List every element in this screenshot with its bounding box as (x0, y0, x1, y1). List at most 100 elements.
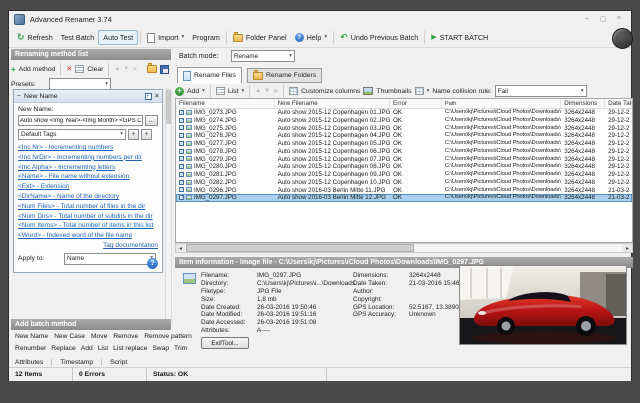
tag-link[interactable]: <Ext> - Extension (18, 182, 158, 192)
move-down-icon[interactable]: ▼ (123, 66, 129, 72)
method-link[interactable]: Replace (51, 345, 76, 352)
tag-documentation-link[interactable]: Tag documentation (18, 242, 158, 249)
method-link[interactable]: List replace (113, 345, 147, 352)
customize-columns-button[interactable]: Customize columns (301, 88, 360, 95)
add-files-button[interactable]: Add (187, 88, 199, 95)
scroll-left-icon[interactable]: ◂ (176, 244, 185, 252)
tab-rename-folders[interactable]: Rename Folders (247, 68, 322, 83)
clear-button[interactable]: Clear (87, 66, 103, 73)
insert-tag-button[interactable]: + (128, 129, 139, 140)
method-link[interactable]: Script (101, 359, 135, 366)
tag-link[interactable]: <Word> - Indexed word of the file name (18, 231, 158, 241)
browse-button[interactable]: … (145, 115, 158, 126)
method-enabled-checkbox[interactable]: ✓ (145, 93, 152, 100)
row-checkbox[interactable]: ✓ (179, 110, 184, 115)
collision-rule-select[interactable]: Fail ▾ (495, 85, 587, 97)
table-row[interactable]: ✓IMG_0274.JPGAuto show 2015-12 Copenhage… (176, 117, 632, 125)
column-header[interactable]: Error (390, 99, 442, 108)
column-header[interactable]: Dimensions (561, 99, 605, 108)
table-row[interactable]: ✓IMG_0280.JPGAuto show 2015-12 Copenhage… (176, 163, 632, 171)
scroll-right-icon[interactable]: ▸ (623, 244, 632, 252)
tag-link[interactable]: <Name> - File name without extension (18, 172, 158, 182)
row-checkbox[interactable]: ✓ (179, 141, 184, 146)
save-preset-icon[interactable] (160, 65, 169, 74)
horizontal-scrollbar[interactable]: ◂ ▸ (175, 243, 633, 253)
close-button[interactable]: × (611, 12, 627, 25)
row-checkbox[interactable]: ✓ (179, 164, 184, 169)
exiftool-button[interactable]: ExifTool... (201, 337, 249, 349)
load-preset-icon[interactable] (147, 65, 157, 73)
column-header[interactable]: Date Tak (605, 99, 632, 108)
method-link[interactable]: New Name (15, 333, 48, 340)
program-button[interactable]: Program (188, 31, 224, 44)
row-checkbox[interactable]: ✓ (179, 172, 184, 177)
column-header[interactable]: Path (442, 99, 561, 108)
row-checkbox[interactable]: ✓ (179, 156, 184, 161)
method-box-header[interactable]: − New Name ✓ × (14, 90, 162, 103)
move-down-icon[interactable]: ▼ (264, 88, 270, 94)
table-row[interactable]: ✓IMG_0277.JPGAuto show 2015-12 Copenhage… (176, 140, 632, 148)
table-row[interactable]: ✓IMG_0275.JPGAuto show 2015-12 Copenhage… (176, 125, 632, 133)
remove-item-icon[interactable]: ✕ (273, 88, 278, 95)
tag-link[interactable]: <Num Files> - Total number of files in t… (18, 202, 158, 212)
row-checkbox[interactable]: ✓ (179, 125, 184, 130)
minimize-button[interactable]: – (579, 12, 595, 25)
undo-previous-batch-button[interactable]: ↶ Undo Previous Batch (336, 31, 422, 44)
method-link[interactable]: Remove pattern (144, 333, 192, 340)
method-link[interactable]: Remove (113, 333, 138, 340)
method-link[interactable]: List (98, 345, 108, 352)
remove-method-icon[interactable]: ✕ (66, 65, 72, 73)
collapse-icon[interactable]: − (17, 93, 21, 100)
table-row[interactable]: ✓IMG_0276.JPGAuto show 2015-12 Copenhage… (176, 132, 632, 140)
list-button[interactable]: List (228, 88, 239, 95)
table-row[interactable]: ✓IMG_0297.JPGAuto show 2016-03 Berlin Mi… (176, 194, 632, 202)
table-row[interactable]: ✓IMG_0273.JPGAuto show 2015-12 Copenhage… (176, 109, 632, 117)
tag-options-button[interactable]: + (141, 129, 152, 140)
title-bar[interactable]: Advanced Renamer 3.74 (9, 11, 631, 28)
apply-to-select[interactable]: Name ▾ (64, 253, 156, 265)
table-row[interactable]: ✓IMG_0279.JPGAuto show 2015-12 Copenhage… (176, 156, 632, 164)
method-link[interactable]: Swap (152, 345, 169, 352)
table-row[interactable]: ✓IMG_0281.JPGAuto show 2015-12 Copenhage… (176, 171, 632, 179)
import-button[interactable]: Import ▾ (143, 31, 188, 45)
refresh-button[interactable]: ↻ Refresh (13, 31, 57, 44)
tag-link[interactable]: <Inc Nr> - Incrementing numbers (18, 143, 158, 153)
thumbnails-button[interactable]: Thumbnails (376, 88, 411, 95)
batch-mode-select[interactable]: Rename ▾ (231, 50, 295, 62)
start-batch-button[interactable]: ▶ START BATCH (427, 31, 492, 44)
row-checkbox[interactable]: ✓ (179, 195, 184, 200)
move-up-icon[interactable]: ▲ (114, 66, 120, 72)
method-help-icon[interactable]: ? (147, 258, 158, 269)
tag-link[interactable]: <Num Items> - Total number of items in t… (18, 221, 158, 231)
scrollbar-thumb[interactable] (186, 244, 414, 252)
method-link[interactable]: New Case (54, 333, 85, 340)
table-row[interactable]: ✓IMG_0296.JPGAuto show 2016-03 Berlin Mi… (176, 187, 632, 195)
move-up-icon[interactable]: ▲ (255, 88, 261, 94)
row-checkbox[interactable]: ✓ (179, 149, 184, 154)
method-link[interactable]: Renumber (15, 345, 46, 352)
folder-panel-button[interactable]: Folder Panel (229, 31, 291, 44)
method-link[interactable]: Move (91, 333, 107, 340)
tab-rename-files[interactable]: Rename Files (177, 67, 242, 84)
default-tags-select[interactable]: Default Tags ▾ (18, 129, 126, 140)
row-checkbox[interactable]: ✓ (179, 133, 184, 138)
auto-test-toggle[interactable]: Auto Test (98, 30, 138, 45)
row-checkbox[interactable]: ✓ (179, 180, 184, 185)
column-header[interactable]: New Filename (275, 99, 390, 108)
row-checkbox[interactable]: ✓ (179, 187, 184, 192)
tag-link[interactable]: <Inc Alpha> - Incrementing letters (18, 163, 158, 173)
method-link[interactable]: Add (81, 345, 93, 352)
view-mode-icon[interactable] (415, 87, 424, 95)
table-row[interactable]: ✓IMG_0282.JPGAuto show 2015-12 Copenhage… (176, 179, 632, 187)
tag-link[interactable]: <Num Dirs> - Total number of subdirs in … (18, 212, 158, 222)
method-link[interactable]: Trim (174, 345, 187, 352)
test-batch-button[interactable]: Test Batch (57, 31, 99, 44)
maximize-button[interactable]: ▢ (595, 12, 611, 25)
method-list-scrollbar[interactable] (165, 89, 172, 323)
delete-icon[interactable]: ✕ (132, 66, 137, 73)
method-link[interactable]: Timestamp (51, 359, 101, 366)
tag-link[interactable]: <DirName> - Name of the directory (18, 192, 158, 202)
table-row[interactable]: ✓IMG_0278.JPGAuto show 2015-12 Copenhage… (176, 148, 632, 156)
add-method-button[interactable]: Add method (19, 66, 56, 73)
tag-link[interactable]: <Inc NrDir> - Incrementing numbers per d… (18, 153, 158, 163)
